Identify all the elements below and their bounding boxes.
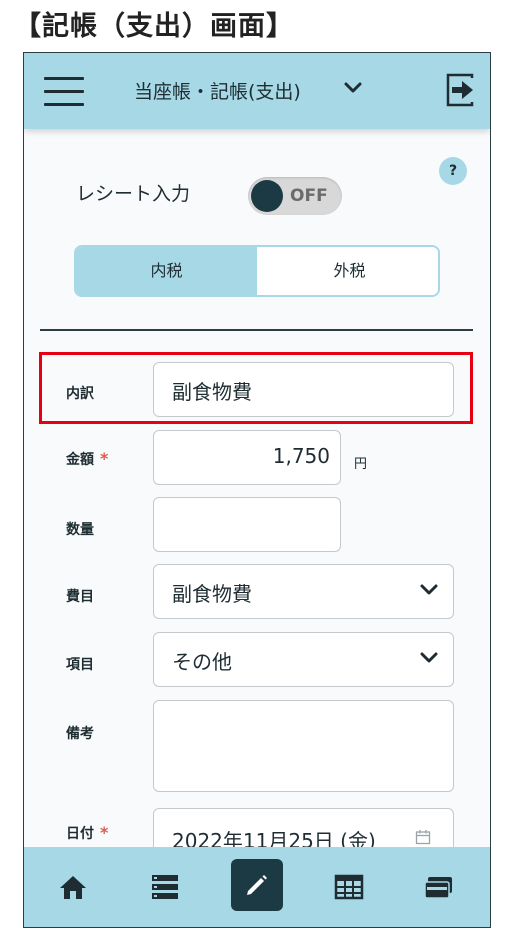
quantity-input[interactable] [153,497,341,552]
breakdown-input[interactable]: 副食物費 [153,362,454,417]
tax-mode-selector: 内税 外税 [74,245,440,297]
bottom-navigation [24,847,490,927]
app-screen: 当座帳・記帳(支出) ? レシート入力 OFF 内税 外税 内訳 副食物費 金額… [23,52,491,928]
help-button[interactable]: ? [439,157,467,185]
notes-label: 備考 [66,726,94,742]
date-label: 日付 * [66,823,109,842]
required-mark: * [100,823,109,842]
header-title[interactable]: 当座帳・記帳(支出) [134,77,301,104]
receipt-input-toggle[interactable]: OFF [248,177,342,215]
notes-textarea[interactable] [153,700,454,792]
amount-value: 1,750 [272,444,330,468]
chevron-down-icon[interactable] [342,79,364,97]
chevron-down-icon [420,652,438,663]
item-label: 項目 [66,657,94,673]
wallet-icon[interactable] [424,873,454,901]
pencil-icon [247,875,267,895]
page-caption: 【記帳（支出）画面】 [14,11,294,42]
tax-exclusive-option[interactable]: 外税 [259,247,438,295]
expense-category-label: 費目 [66,589,94,605]
hamburger-icon[interactable] [44,77,84,107]
home-icon[interactable] [58,873,88,901]
amount-label: 金額 * [66,449,109,468]
expense-category-value: 副食物費 [172,582,252,606]
section-divider [40,329,473,331]
calendar-icon[interactable] [415,829,431,845]
table-icon[interactable] [334,873,364,901]
required-mark: * [100,449,109,468]
list-icon[interactable] [150,873,180,901]
edit-button[interactable] [231,859,283,911]
breakdown-value: 副食物費 [172,380,252,404]
receipt-input-label: レシート入力 [76,183,191,205]
toggle-state-label: OFF [290,186,328,206]
toggle-knob [251,180,283,212]
logout-icon[interactable] [446,73,476,107]
chevron-down-icon [420,584,438,595]
item-value: その他 [172,650,232,674]
expense-category-select[interactable]: 副食物費 [153,564,454,619]
tax-inclusive-option[interactable]: 内税 [76,247,257,295]
quantity-label: 数量 [66,522,94,538]
item-select[interactable]: その他 [153,632,454,687]
app-header: 当座帳・記帳(支出) [24,53,490,129]
breakdown-label: 内訳 [66,386,94,402]
amount-unit: 円 [354,457,368,472]
amount-input[interactable]: 1,750 [153,430,341,485]
